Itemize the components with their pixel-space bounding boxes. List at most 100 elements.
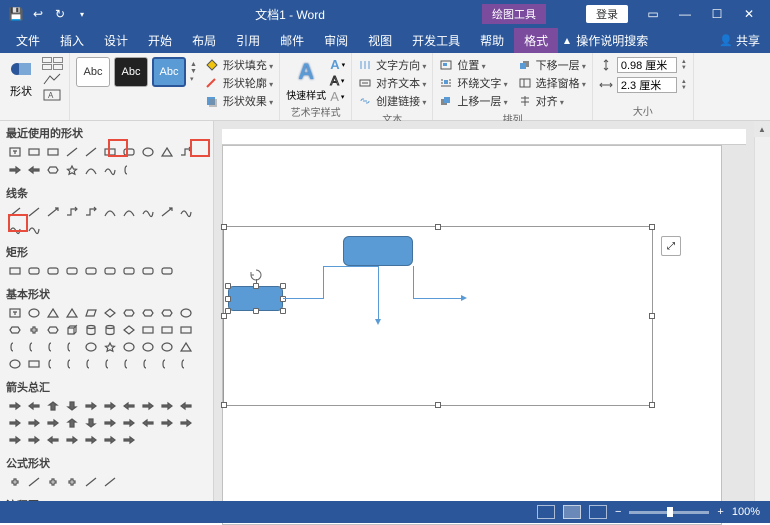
shape-fill-button[interactable]: 形状填充 [205,57,273,73]
shape-style-preset-3[interactable]: Abc [152,57,186,87]
shape-option[interactable] [177,398,195,414]
shape-option[interactable] [25,432,43,448]
shape-option[interactable] [82,398,100,414]
shapes-gallery-button[interactable]: 形状 [6,57,36,99]
shape-option[interactable] [25,305,43,321]
shape-option[interactable] [63,398,81,414]
selection-pane-button[interactable]: 选择窗格 [518,75,586,91]
shape-option[interactable] [44,398,62,414]
flowchart-shape-1[interactable] [343,236,413,266]
shape-option[interactable] [44,322,62,338]
login-button[interactable]: 登录 [586,5,628,23]
shape-option[interactable] [139,305,157,321]
ribbon-options-icon[interactable]: ▭ [638,7,668,21]
shape-option[interactable] [6,263,24,279]
maximize-icon[interactable]: ☐ [702,7,732,21]
shape-option[interactable] [6,144,24,160]
shape-option[interactable] [177,356,195,372]
shape-option[interactable] [44,263,62,279]
shape-option[interactable] [63,415,81,431]
tab-references[interactable]: 引用 [226,28,270,53]
shape-option[interactable] [158,144,176,160]
tab-developer[interactable]: 开发工具 [402,28,470,53]
shape-option[interactable] [139,415,157,431]
shape-option[interactable] [44,432,62,448]
shape-option[interactable] [120,415,138,431]
shape-option[interactable] [82,474,100,490]
width-down-icon[interactable]: ▼ [681,85,687,91]
shape-width-input[interactable] [617,77,677,93]
shape-option[interactable] [120,356,138,372]
undo-icon[interactable]: ↩ [28,4,48,24]
shape-option[interactable] [6,204,24,220]
shape-option[interactable] [82,339,100,355]
shape-option[interactable] [120,144,138,160]
connector-line-4[interactable] [378,266,379,321]
shape-option[interactable] [120,432,138,448]
shape-option[interactable] [158,204,176,220]
zoom-slider[interactable] [629,511,709,514]
qat-more-icon[interactable]: ▾ [72,4,92,24]
web-layout-icon[interactable] [589,505,607,519]
shape-option[interactable] [101,474,119,490]
tab-format[interactable]: 格式 [514,28,558,53]
create-link-button[interactable]: 创建链接 [358,93,426,109]
shape-option[interactable] [82,144,100,160]
shape-option[interactable] [6,221,24,237]
shape-option[interactable] [63,162,81,178]
shape-option[interactable] [82,356,100,372]
text-fill-icon[interactable]: A▾ [330,57,345,72]
shape-option[interactable] [63,144,81,160]
shape-height-input[interactable] [617,57,677,73]
shape-option[interactable] [139,204,157,220]
shape-option[interactable] [44,339,62,355]
shape-option[interactable] [101,398,119,414]
shape-option[interactable] [6,432,24,448]
shape-option[interactable] [44,356,62,372]
shape-option[interactable] [120,339,138,355]
connector-line-5[interactable] [413,298,463,299]
shape-option[interactable] [158,356,176,372]
shape-option[interactable] [63,339,81,355]
read-mode-icon[interactable] [537,505,555,519]
shape-option[interactable] [6,305,24,321]
shape-option[interactable] [158,322,176,338]
shape-style-preset-1[interactable]: Abc [76,57,110,87]
print-layout-icon[interactable] [563,505,581,519]
vertical-scrollbar[interactable]: ▲ [754,121,770,523]
shape-option[interactable] [139,144,157,160]
shape-option[interactable] [101,144,119,160]
shape-option[interactable] [101,356,119,372]
tell-me-search[interactable]: 操作说明搜索 [562,32,648,49]
shape-option[interactable] [177,204,195,220]
shape-option[interactable] [158,415,176,431]
shape-option[interactable] [44,474,62,490]
zoom-level[interactable]: 100% [732,506,760,518]
shape-option[interactable] [82,204,100,220]
zoom-in-button[interactable]: + [717,506,723,518]
shape-option[interactable] [120,263,138,279]
style-more-icon[interactable]: ▾ [190,75,197,83]
connector-line-2[interactable] [323,266,324,299]
tab-view[interactable]: 视图 [358,28,402,53]
shape-option[interactable] [82,415,100,431]
text-direction-button[interactable]: 文字方向 [358,57,426,73]
shape-option[interactable] [120,204,138,220]
bring-forward-button[interactable]: 上移一层 [439,93,507,109]
shape-option[interactable] [101,415,119,431]
shape-option[interactable] [158,398,176,414]
shape-option[interactable] [101,162,119,178]
scroll-up-icon[interactable]: ▲ [754,121,770,137]
shape-option[interactable] [158,305,176,321]
shape-option[interactable] [120,305,138,321]
shape-option[interactable] [44,305,62,321]
style-scroll-up-icon[interactable]: ▲ [190,61,197,68]
shape-option[interactable] [25,415,43,431]
shape-option[interactable] [120,322,138,338]
shape-option[interactable] [139,322,157,338]
position-button[interactable]: 位置 [439,57,507,73]
shape-option[interactable] [25,474,43,490]
shape-option[interactable] [25,204,43,220]
shape-option[interactable] [177,305,195,321]
shape-option[interactable] [82,322,100,338]
